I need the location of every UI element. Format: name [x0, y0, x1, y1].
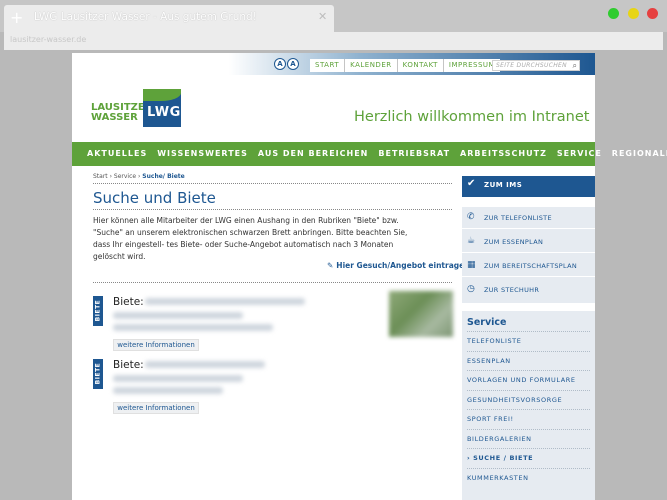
blurred-text: [145, 361, 265, 368]
service-menu: Service TELEFONLISTE ESSENPLAN VORLAGEN …: [462, 311, 595, 500]
more-info-button[interactable]: weitere Informationen: [113, 339, 199, 351]
search-placeholder: SEITE DURCHSUCHEN: [496, 62, 567, 69]
nav-betriebsrat[interactable]: BETRIEBSRAT: [378, 142, 450, 166]
service-link-kummerkasten[interactable]: KUMMERKASTEN: [467, 467, 590, 488]
topnav-kalender[interactable]: KALENDER: [345, 59, 398, 72]
topnav-kontakt[interactable]: KONTAKT: [398, 59, 444, 72]
page-title: Suche und Biete: [93, 189, 216, 207]
ims-button[interactable]: ✔ ZUM IMS: [462, 176, 595, 197]
nav-wissenswertes[interactable]: WISSENSWERTES: [157, 142, 248, 166]
divider: [93, 209, 452, 210]
nav-arbeitsschutz[interactable]: ARBEITSSCHUTZ: [460, 142, 547, 166]
blurred-text: [113, 324, 273, 331]
blurred-text: [113, 387, 223, 394]
logo-wave: [143, 89, 181, 101]
nav-aus-den-bereichen[interactable]: AUS DEN BEREICHEN: [258, 142, 368, 166]
service-link-suche-biete[interactable]: › SUCHE / BIETE: [467, 448, 590, 468]
calendar-icon: ▦: [467, 260, 476, 270]
divider: [93, 282, 452, 283]
item-title: Biete:: [113, 296, 144, 308]
breadcrumb-current: Suche/ Biete: [142, 173, 185, 180]
service-link-vorlagen[interactable]: VORLAGEN UND FORMULARE: [467, 370, 590, 390]
item-category-tag: BIETE: [93, 296, 103, 326]
breadcrumb-service[interactable]: Service: [114, 173, 136, 180]
service-link-gesundheitsvorsorge[interactable]: GESUNDHEITSVORSORGE: [467, 389, 590, 410]
welcome-heading: Herzlich willkommen im Intranet: [354, 109, 590, 125]
blurred-text: [145, 298, 305, 305]
quick-link-label: ZUM ESSENPLAN: [484, 238, 544, 246]
nav-service[interactable]: SERVICE: [557, 142, 602, 166]
font-size-small-button[interactable]: A: [274, 58, 286, 70]
quick-link-bereitschaftsplan[interactable]: ▦ ZUM BEREITSCHAFTSPLAN: [462, 255, 595, 277]
phone-icon: ✆: [467, 212, 475, 222]
maximize-button[interactable]: [608, 8, 619, 19]
blurred-text: [113, 375, 243, 382]
web-page: A A START KALENDER KONTAKT IMPRESSUM SEI…: [72, 53, 667, 500]
post-offer-label: Hier Gesuch/Angebot eintragen!: [336, 261, 473, 270]
logo-mark: LWG: [143, 89, 181, 127]
minimize-button[interactable]: [628, 8, 639, 19]
top-bar: A A START KALENDER KONTAKT IMPRESSUM SEI…: [72, 53, 595, 75]
more-info-button[interactable]: weitere Informationen: [113, 402, 199, 414]
list-item: BIETE Biete: weitere Informationen: [93, 291, 453, 352]
quick-link-essenplan[interactable]: ☕ ZUM ESSENPLAN: [462, 231, 595, 253]
nav-aktuelles[interactable]: AKTUELLES: [87, 142, 147, 166]
top-nav: START KALENDER KONTAKT IMPRESSUM: [310, 59, 501, 72]
food-icon: ☕: [467, 236, 476, 246]
quick-link-label: ZUR TELEFONLISTE: [484, 214, 552, 222]
item-thumbnail[interactable]: [389, 291, 453, 337]
font-size-large-button[interactable]: A: [287, 58, 299, 70]
clock-icon: ◷: [467, 284, 475, 294]
search-input[interactable]: SEITE DURCHSUCHEN ⌕: [492, 60, 580, 71]
intro-text: Hier können alle Mitarbeiter der LWG ein…: [93, 216, 408, 261]
service-menu-title: Service: [467, 317, 507, 328]
topnav-start[interactable]: START: [310, 59, 346, 72]
logo-lwg-text: LWG: [147, 105, 181, 120]
service-link-essenplan[interactable]: ESSENPLAN: [467, 350, 590, 371]
url-text: lausitzer-wasser.de: [10, 35, 87, 44]
logo-text-wasser: WASSER: [91, 112, 138, 123]
main-nav: AKTUELLES WISSENSWERTES AUS DEN BEREICHE…: [72, 142, 667, 166]
close-tab-icon[interactable]: ✕: [318, 10, 327, 23]
service-link-sport-frei[interactable]: SPORT FREI!: [467, 409, 590, 429]
check-icon: ✔: [467, 178, 476, 189]
divider: [93, 183, 452, 184]
tab-title: LWG Lausitzer Wasser - Aus gutem Grund!: [34, 11, 257, 23]
quick-link-telefonliste[interactable]: ✆ ZUR TELEFONLISTE: [462, 207, 595, 229]
breadcrumb: Start › Service › Suche/ Biete: [93, 173, 185, 180]
post-offer-link[interactable]: ✎ Hier Gesuch/Angebot eintragen!: [327, 261, 473, 270]
quick-links: ✆ ZUR TELEFONLISTE ☕ ZUM ESSENPLAN ▦ ZUM…: [462, 207, 595, 303]
quick-link-label: ZUR STECHUHR: [484, 286, 540, 294]
quick-link-label: ZUM BEREITSCHAFTSPLAN: [484, 262, 577, 270]
service-link-bildergalerien[interactable]: BILDERGALERIEN: [467, 428, 590, 449]
breadcrumb-start[interactable]: Start: [93, 173, 108, 180]
pencil-icon: ✎: [327, 261, 334, 270]
ims-label: ZUM IMS: [484, 181, 523, 189]
item-category-tag: BIETE: [93, 359, 103, 389]
close-window-button[interactable]: [647, 8, 658, 19]
list-item: BIETE Biete: weitere Informationen: [93, 359, 452, 415]
lwg-logo[interactable]: LAUSITZER WASSER LWG: [91, 89, 181, 127]
address-bar[interactable]: lausitzer-wasser.de: [4, 32, 663, 50]
search-icon[interactable]: ⌕: [573, 61, 577, 71]
item-title: Biete:: [113, 359, 144, 371]
browser-chrome: + LWG Lausitzer Wasser - Aus gutem Grund…: [0, 0, 667, 32]
service-link-telefonliste[interactable]: TELEFONLISTE: [467, 331, 590, 351]
new-tab-icon[interactable]: +: [10, 9, 23, 27]
browser-tab[interactable]: + LWG Lausitzer Wasser - Aus gutem Grund…: [4, 5, 334, 32]
blurred-text: [113, 312, 243, 319]
quick-link-stechuhr[interactable]: ◷ ZUR STECHUHR: [462, 279, 595, 301]
nav-regionales[interactable]: REGIONALES: [612, 142, 667, 166]
